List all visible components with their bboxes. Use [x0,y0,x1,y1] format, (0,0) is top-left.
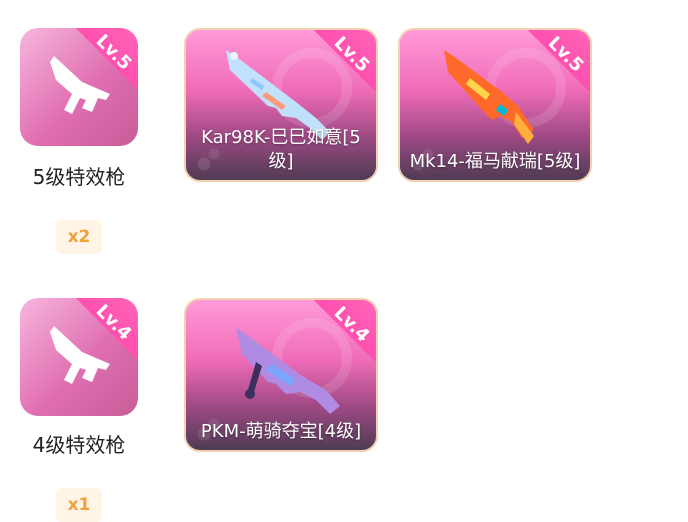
reward-group-lv5: Lv.5 5级特效枪 x2 Lv.5 Kar98K-巳巳如意[5级] Lv.5 … [0,0,688,270]
level-ribbon: Lv.5 [296,30,376,110]
count-badge: x2 [56,220,102,254]
reward-group-lv4: Lv.4 4级特效枪 x1 Lv.4 PKM-萌骑夺宝[4级] [0,270,688,522]
category-name: 5级特效枪 [32,165,126,189]
skin-card-pkm[interactable]: Lv.4 PKM-萌骑夺宝[4级] [184,298,378,452]
level-ribbon: Lv.4 [296,300,376,380]
skin-card-kar98k[interactable]: Lv.5 Kar98K-巳巳如意[5级] [184,28,378,182]
skin-card-mk14[interactable]: Lv.5 Mk14-福马献瑞[5级] [398,28,592,182]
skin-name: PKM-萌骑夺宝[4级] [200,421,362,442]
level-ribbon: Lv.4 [58,298,138,378]
count-badge: x1 [56,488,102,522]
category-tile[interactable]: Lv.5 [20,28,138,146]
category-name: 4级特效枪 [32,433,126,457]
skin-name: Mk14-福马献瑞[5级] [409,151,581,172]
skin-name: Kar98K-巳巳如意[5级] [201,127,361,172]
level-ribbon: Lv.5 [58,28,138,108]
category-tile[interactable]: Lv.4 [20,298,138,416]
level-ribbon: Lv.5 [510,30,590,110]
